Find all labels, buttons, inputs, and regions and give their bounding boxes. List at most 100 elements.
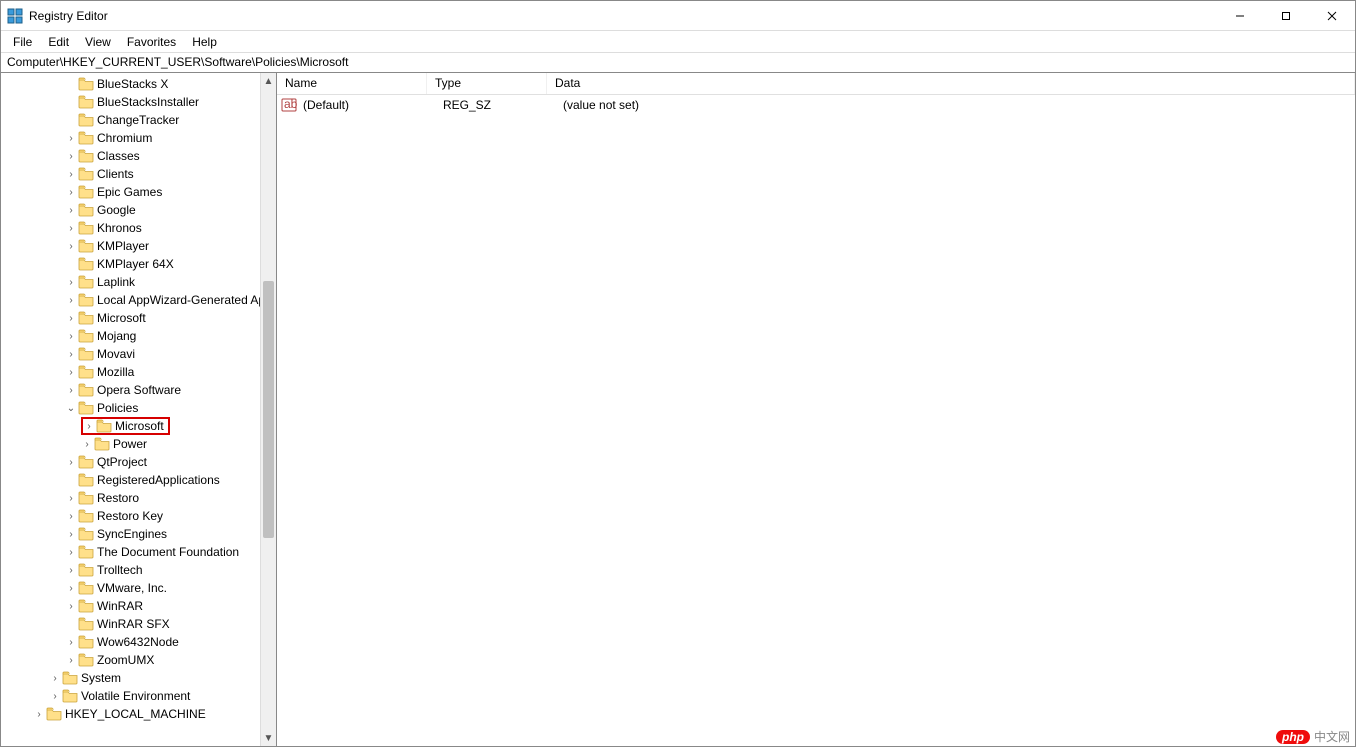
chevron-right-icon[interactable]: › (65, 330, 77, 342)
tree-item-label: ChangeTracker (97, 113, 179, 127)
menu-edit[interactable]: Edit (40, 33, 77, 51)
chevron-right-icon[interactable]: › (65, 546, 77, 558)
tree-item[interactable]: › Google (1, 201, 276, 219)
tree-scroll[interactable]: ›BlueStacks X›BlueStacksInstaller›Change… (1, 73, 276, 746)
tree-item[interactable]: ›Restoro (1, 489, 276, 507)
tree-item-label: Classes (97, 149, 140, 163)
maximize-button[interactable] (1263, 1, 1309, 30)
list-row[interactable]: (Default)REG_SZ(value not set) (277, 95, 1355, 115)
chevron-right-icon[interactable]: › (65, 600, 77, 612)
chevron-right-icon[interactable]: › (65, 564, 77, 576)
tree-item[interactable]: ›VMware, Inc. (1, 579, 276, 597)
tree-item[interactable]: ›Laplink (1, 273, 276, 291)
tree-item[interactable]: ›ChangeTracker (1, 111, 276, 129)
tree-item[interactable]: ›BlueStacksInstaller (1, 93, 276, 111)
menu-file[interactable]: File (5, 33, 40, 51)
chevron-right-icon[interactable]: › (65, 636, 77, 648)
chevron-right-icon[interactable]: › (65, 204, 77, 216)
tree-item[interactable]: ›Restoro Key (1, 507, 276, 525)
chevron-right-icon[interactable]: › (65, 510, 77, 522)
folder-icon (78, 581, 94, 595)
folder-icon (78, 149, 94, 163)
column-header-name[interactable]: Name (277, 73, 427, 94)
tree-item[interactable]: ›Volatile Environment (1, 687, 276, 705)
tree-item[interactable]: ›RegisteredApplications (1, 471, 276, 489)
chevron-down-icon[interactable]: ⌄ (65, 402, 77, 414)
chevron-right-icon[interactable]: › (65, 294, 77, 306)
watermark: php 中文网 (1276, 728, 1350, 745)
scroll-thumb[interactable] (263, 281, 274, 537)
address-bar[interactable]: Computer\HKEY_CURRENT_USER\Software\Poli… (1, 53, 1355, 73)
chevron-right-icon[interactable]: › (49, 672, 61, 684)
tree-item[interactable]: ›Local AppWizard-Generated Applications (1, 291, 276, 309)
cell-type: REG_SZ (435, 98, 555, 112)
chevron-right-icon[interactable]: › (65, 222, 77, 234)
chevron-right-icon[interactable]: › (65, 348, 77, 360)
tree-item[interactable]: › Classes (1, 147, 276, 165)
tree-item[interactable]: ›Mojang (1, 327, 276, 345)
tree-item[interactable]: ›Power (1, 435, 276, 453)
cell-name: (Default) (301, 98, 435, 112)
scroll-track[interactable] (261, 89, 276, 730)
tree-item[interactable]: ›Movavi (1, 345, 276, 363)
chevron-right-icon[interactable]: › (83, 420, 95, 432)
tree-item[interactable]: ›Microsoft (1, 309, 276, 327)
tree-item[interactable]: ›SyncEngines (1, 525, 276, 543)
column-header-data[interactable]: Data (547, 73, 1355, 94)
chevron-right-icon[interactable]: › (65, 168, 77, 180)
close-button[interactable] (1309, 1, 1355, 30)
scroll-up-icon[interactable]: ▲ (261, 73, 276, 89)
tree-item[interactable]: ›Clients (1, 165, 276, 183)
tree-item-label: Google (97, 203, 136, 217)
tree-item[interactable]: ›HKEY_LOCAL_MACHINE (1, 705, 276, 723)
menu-help[interactable]: Help (184, 33, 225, 51)
tree-item[interactable]: ›BlueStacks X (1, 75, 276, 93)
minimize-button[interactable] (1217, 1, 1263, 30)
folder-icon (78, 167, 94, 181)
folder-icon (78, 311, 94, 325)
tree-item[interactable]: ›Wow6432Node (1, 633, 276, 651)
chevron-right-icon[interactable]: › (65, 654, 77, 666)
tree-item[interactable]: ›Microsoft (1, 417, 276, 435)
chevron-right-icon[interactable]: › (65, 312, 77, 324)
chevron-right-icon[interactable]: › (49, 690, 61, 702)
tree-item[interactable]: ›The Document Foundation (1, 543, 276, 561)
folder-icon (78, 617, 94, 631)
chevron-right-icon[interactable]: › (33, 708, 45, 720)
tree-item[interactable]: ›WinRAR SFX (1, 615, 276, 633)
tree-item[interactable]: ›Chromium (1, 129, 276, 147)
tree-item[interactable]: ›Trolltech (1, 561, 276, 579)
chevron-right-icon[interactable]: › (65, 384, 77, 396)
chevron-right-icon[interactable]: › (65, 366, 77, 378)
chevron-right-icon[interactable]: › (65, 150, 77, 162)
tree-item[interactable]: ›Opera Software (1, 381, 276, 399)
folder-icon (78, 527, 94, 541)
chevron-right-icon[interactable]: › (65, 132, 77, 144)
tree-item[interactable]: ›Khronos (1, 219, 276, 237)
tree-item[interactable]: ›Epic Games (1, 183, 276, 201)
menu-view[interactable]: View (77, 33, 119, 51)
chevron-right-icon[interactable]: › (65, 186, 77, 198)
tree-item[interactable]: ⌄ Policies (1, 399, 276, 417)
chevron-right-icon[interactable]: › (65, 582, 77, 594)
tree-item[interactable]: ›ZoomUMX (1, 651, 276, 669)
scroll-down-icon[interactable]: ▼ (261, 730, 276, 746)
chevron-right-icon[interactable]: › (65, 456, 77, 468)
chevron-right-icon[interactable]: › (65, 276, 77, 288)
tree-item[interactable]: ›KMPlayer 64X (1, 255, 276, 273)
chevron-right-icon[interactable]: › (65, 528, 77, 540)
tree-item[interactable]: ›KMPlayer (1, 237, 276, 255)
tree-item[interactable]: ›QtProject (1, 453, 276, 471)
tree-item[interactable]: ›WinRAR (1, 597, 276, 615)
tree-item-label: Mozilla (97, 365, 134, 379)
chevron-right-icon[interactable]: › (81, 438, 93, 450)
tree-item[interactable]: › Mozilla (1, 363, 276, 381)
titlebar[interactable]: Registry Editor (1, 1, 1355, 31)
column-header-type[interactable]: Type (427, 73, 547, 94)
chevron-right-icon[interactable]: › (65, 240, 77, 252)
chevron-right-icon[interactable]: › (65, 492, 77, 504)
tree-item[interactable]: ›System (1, 669, 276, 687)
menu-favorites[interactable]: Favorites (119, 33, 184, 51)
tree-item-label: Policies (97, 401, 138, 415)
tree-scrollbar[interactable]: ▲ ▼ (260, 73, 276, 746)
